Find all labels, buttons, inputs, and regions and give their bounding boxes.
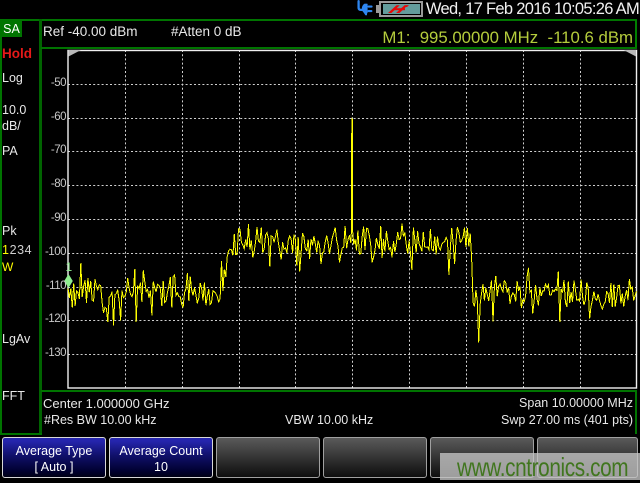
svg-text:1: 1 [66,260,73,274]
